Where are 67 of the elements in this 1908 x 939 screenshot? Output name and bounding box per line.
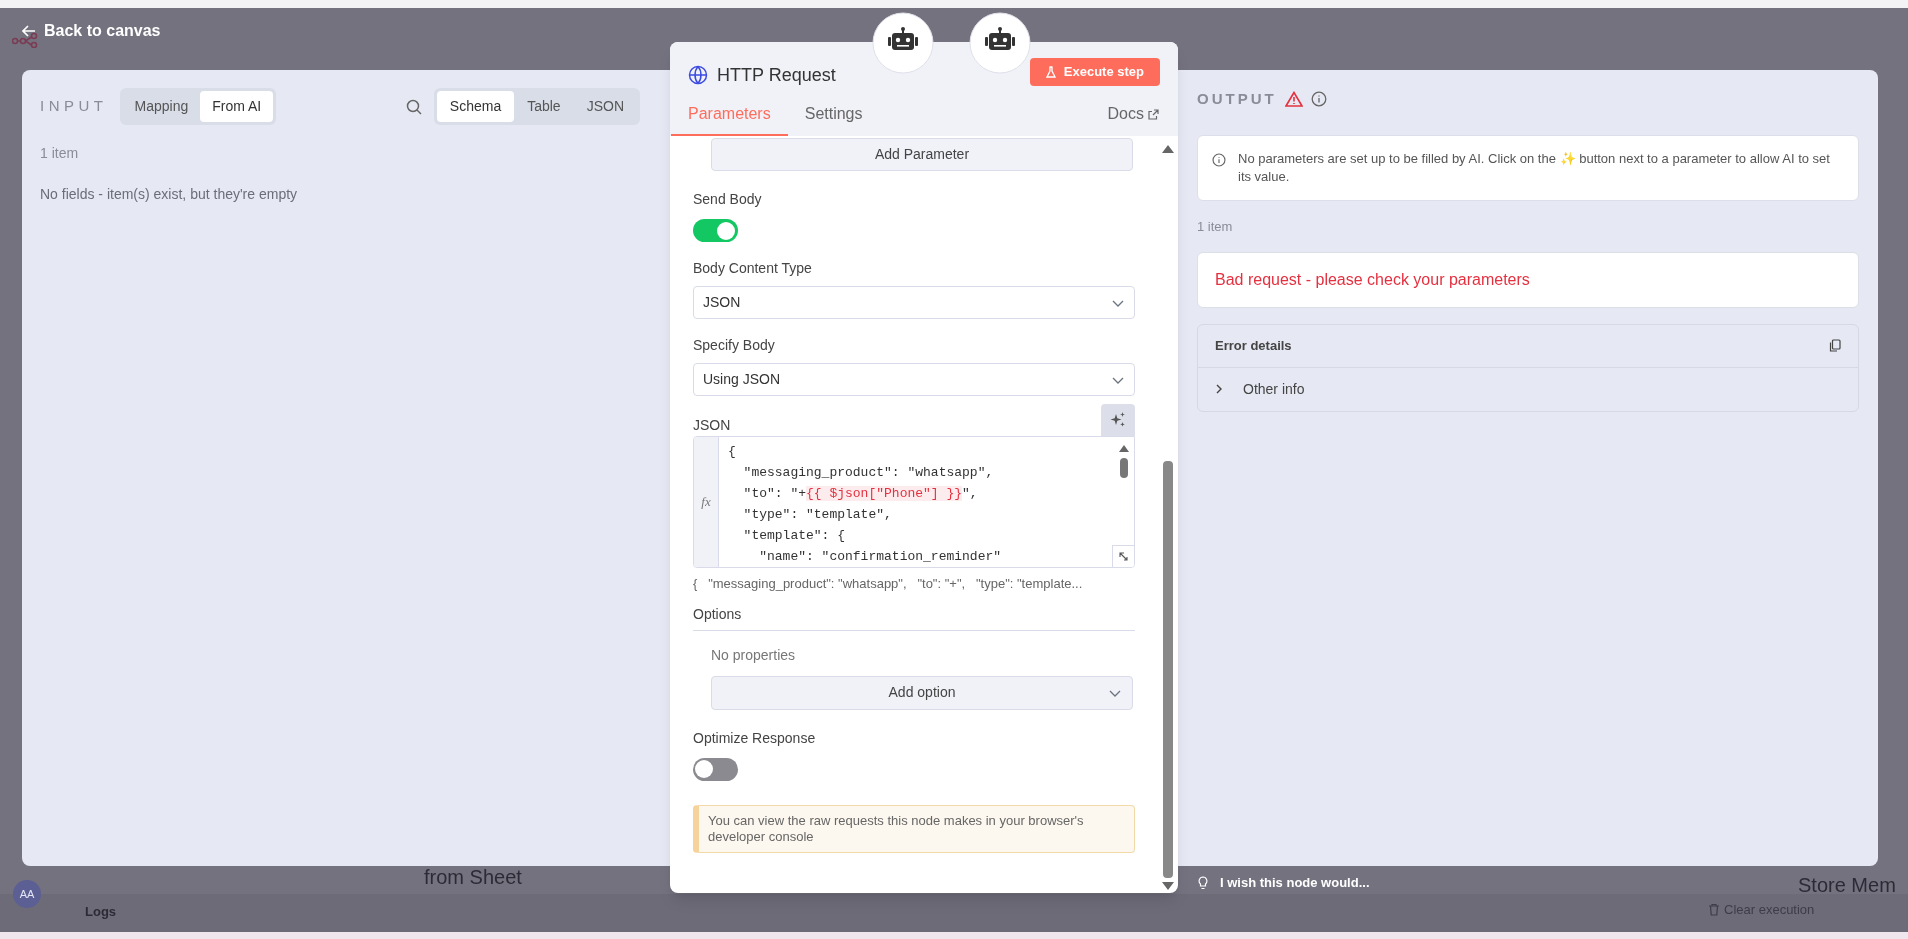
toggle-switch[interactable] xyxy=(693,219,738,242)
view-tab[interactable]: Schema xyxy=(436,91,515,122)
details-row[interactable]: Other info xyxy=(1198,367,1858,411)
scrollbar-thumb[interactable] xyxy=(1163,461,1173,878)
mode-tab[interactable]: Mapping xyxy=(122,91,201,122)
info-icon xyxy=(1212,152,1226,167)
view-tab[interactable]: JSON xyxy=(573,91,637,122)
select-field[interactable]: JSON xyxy=(693,286,1135,319)
scroll-down-icon xyxy=(1162,882,1174,890)
trash-icon xyxy=(1708,903,1720,917)
flask-icon xyxy=(1045,66,1056,78)
field-label: JSON xyxy=(693,416,731,435)
docs-link[interactable]: Docs xyxy=(1107,102,1177,136)
add-parameter-button[interactable]: Add Parameter xyxy=(711,138,1133,171)
robot-icon xyxy=(969,12,1031,74)
code-line: { xyxy=(728,443,737,461)
field-label: Optimize Response xyxy=(693,728,817,748)
item-count: 1 item xyxy=(40,144,80,163)
copy-icon xyxy=(1829,339,1841,353)
add-option-button[interactable]: Add option xyxy=(711,675,1133,710)
logo-icon xyxy=(12,32,40,48)
field-label: Body Content Type xyxy=(693,259,813,278)
hint-text: No parameters are set up to be filled by AI. Click on the ✨ button next to a parameter to allow AI to set its value. xyxy=(1238,149,1831,186)
code-line: "type": "template", xyxy=(742,506,893,524)
section-title: Error details xyxy=(1215,337,1292,355)
lightbulb-icon xyxy=(1198,875,1208,890)
code-line: "template": { xyxy=(742,527,847,545)
fx-label: fx xyxy=(701,493,711,512)
panel-title: OUTPUT xyxy=(1197,89,1277,109)
code-line: "messaging_product": "whatsapp", xyxy=(742,464,995,482)
json-preview: { "messaging_product": "whatsapp", "to": "+", "type": "template... xyxy=(693,575,1084,593)
node-label: from Sheet xyxy=(424,865,522,890)
notice-text: You can view the raw requests this node makes in your browser's developer console xyxy=(708,812,1085,845)
section-title: Options xyxy=(693,603,1135,631)
external-link-icon xyxy=(1148,108,1159,120)
user-avatar[interactable]: AA xyxy=(13,880,41,908)
mode-tab[interactable]: From AI xyxy=(200,91,274,122)
field-label: Send Body xyxy=(693,190,763,209)
toggle-switch[interactable] xyxy=(693,757,738,781)
expand-icon xyxy=(1118,551,1129,562)
node-label: Store Mem xyxy=(1798,873,1896,898)
empty-text: No properties xyxy=(711,645,797,665)
empty-message: No fields - item(s) exist, but they're empty xyxy=(40,185,299,204)
ai-button[interactable] xyxy=(1101,404,1135,436)
sparkle-icon xyxy=(1109,411,1127,429)
select-field[interactable]: Using JSON xyxy=(693,363,1135,396)
copy-button[interactable] xyxy=(1829,339,1841,353)
node-title: HTTP Request xyxy=(717,63,836,87)
scroll-up-icon xyxy=(1162,145,1174,153)
code-editor[interactable]: fx { "messaging_product": "whatsapp", "to": "+{{ $json["Phone"] }}", "type": "template", "template": { "name": "confirmation_reminder" xyxy=(693,436,1135,568)
panel-title: INPUT xyxy=(40,96,108,117)
field-label: Specify Body xyxy=(693,336,776,355)
code-line: "name": "confirmation_reminder" xyxy=(758,548,1003,566)
back-link[interactable]: Back to canvas xyxy=(22,19,161,43)
feedback-link[interactable]: I wish this node would... xyxy=(1220,873,1370,893)
error-message: Bad request - please check your parameters xyxy=(1215,271,1530,288)
info-icon xyxy=(1310,91,1327,108)
globe-icon xyxy=(688,65,708,85)
scrollbar-thumb[interactable] xyxy=(1120,458,1128,478)
warning-icon xyxy=(1284,91,1303,108)
search-icon xyxy=(405,98,422,115)
arrow-left-icon xyxy=(22,25,36,37)
item-count: 1 item xyxy=(1197,217,1234,236)
view-tab[interactable]: Table xyxy=(514,91,574,122)
settings-tab[interactable]: Settings xyxy=(787,102,880,136)
scroll-up-icon xyxy=(1119,445,1129,452)
robot-icon xyxy=(872,12,934,74)
